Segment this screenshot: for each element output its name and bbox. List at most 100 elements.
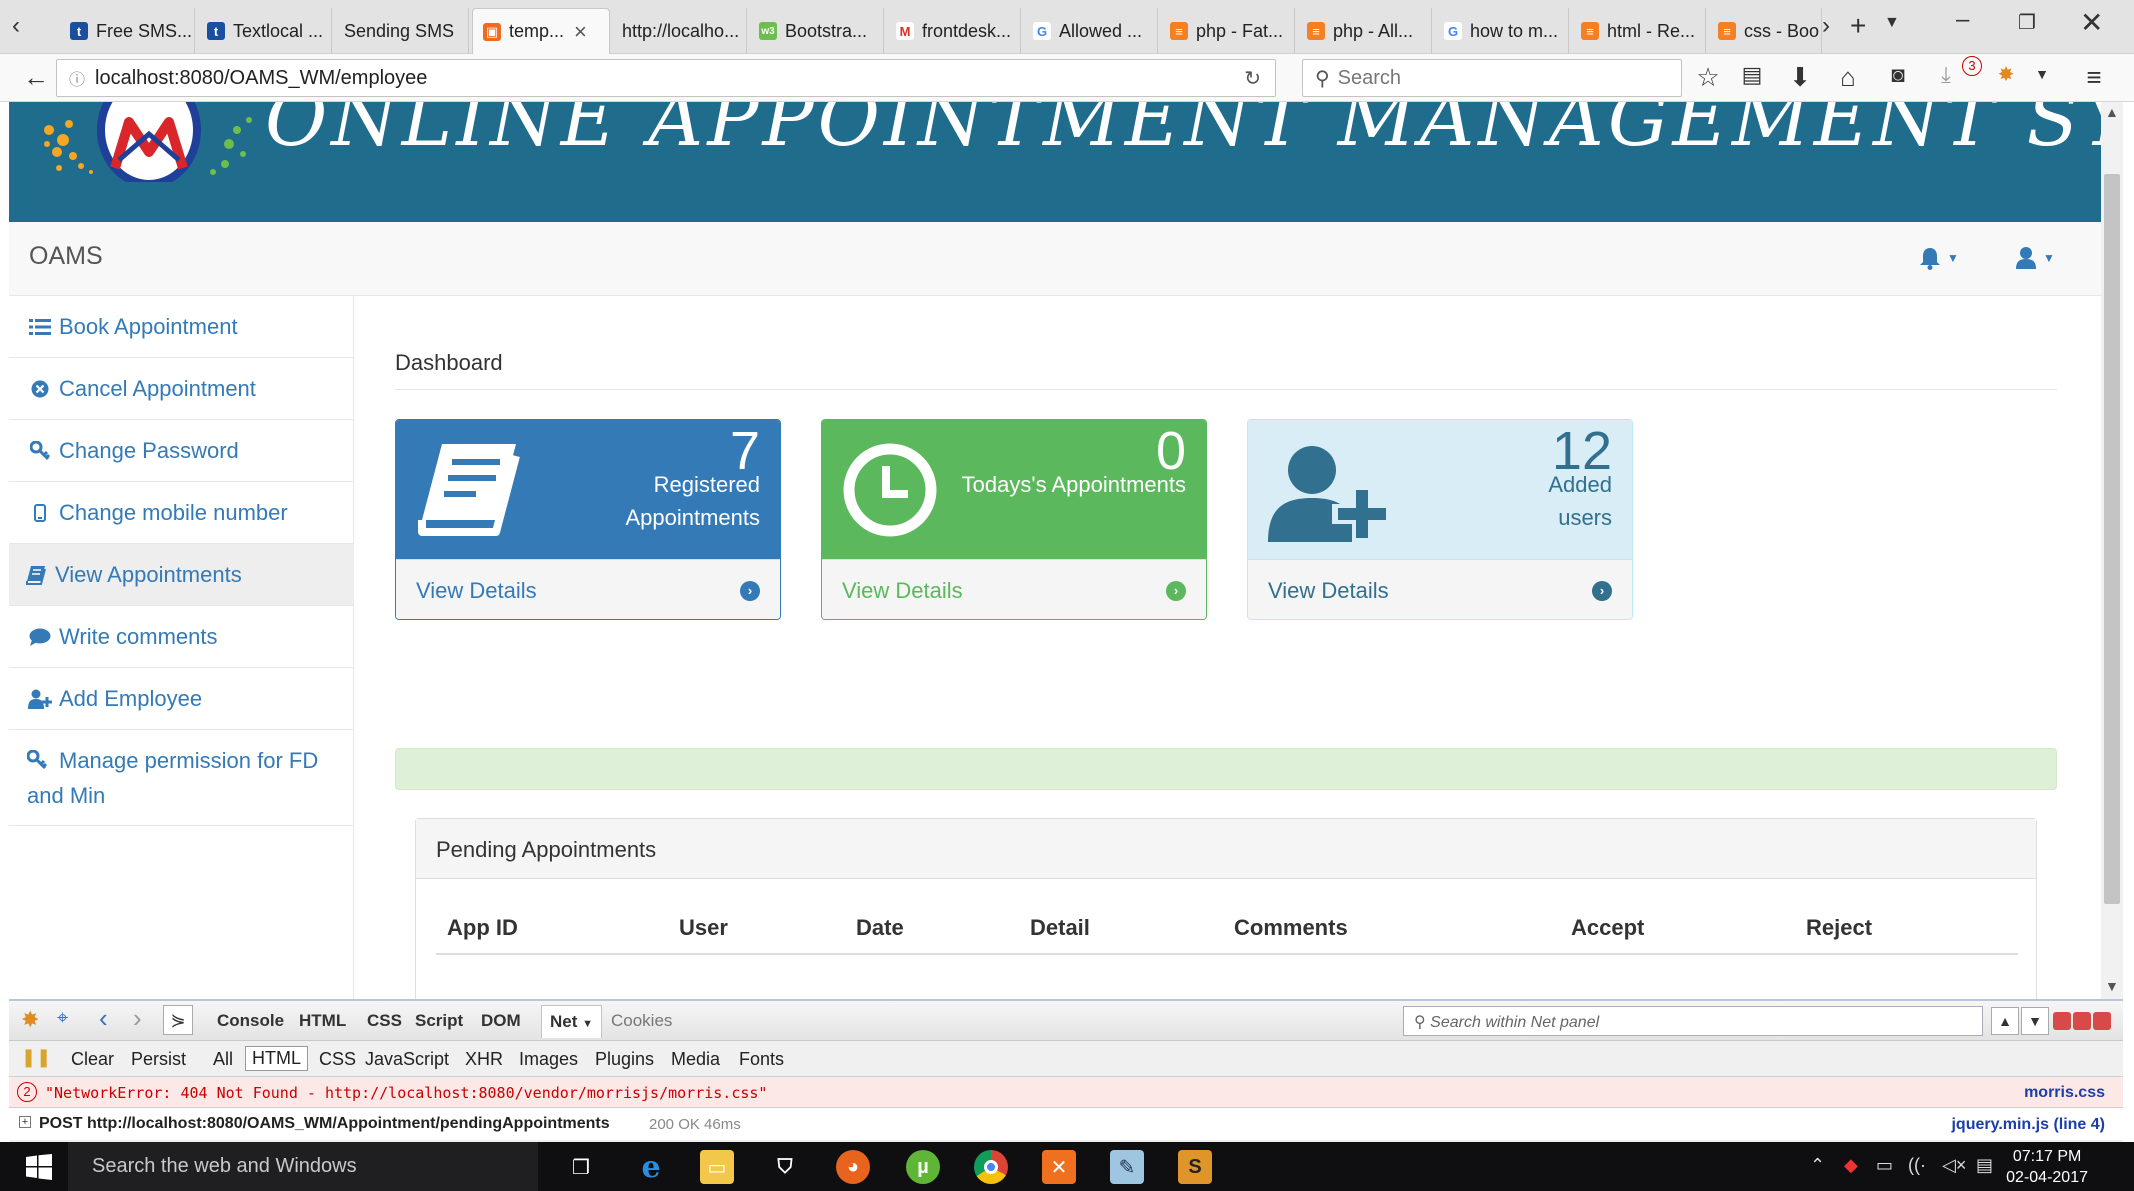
network-error-row[interactable]: 2 "NetworkError: 404 Not Found - http://… xyxy=(9,1078,2123,1108)
utorrent-icon[interactable]: µ xyxy=(906,1150,940,1184)
firebug-tab-cookies[interactable]: Cookies xyxy=(611,1011,672,1031)
firebug-search-input[interactable]: ⚲ Search within Net panel xyxy=(1403,1006,1983,1036)
filter-css[interactable]: CSS xyxy=(319,1049,356,1070)
firebug-tab-html[interactable]: HTML xyxy=(299,1011,346,1031)
filter-all[interactable]: All xyxy=(213,1049,233,1070)
back-arrow-icon[interactable]: ‹ xyxy=(99,1003,108,1034)
browser-tab[interactable]: t Textlocal ... xyxy=(197,8,332,54)
firebug-tab-script[interactable]: Script xyxy=(415,1011,463,1031)
search-next-chevron-icon[interactable]: ▼ xyxy=(2021,1007,2049,1035)
notepad-icon[interactable]: ✎ xyxy=(1110,1150,1144,1184)
restore-window-icon[interactable]: ❐ xyxy=(2018,10,2036,35)
volume-muted-icon[interactable]: ◁× xyxy=(1942,1155,1966,1176)
sidebar-item-change-password[interactable]: Change Password xyxy=(9,420,354,482)
action-center-icon[interactable]: ▤ xyxy=(1976,1155,1993,1176)
minimize-window-icon[interactable]: – xyxy=(1956,6,1969,34)
back-arrow-icon[interactable]: ← xyxy=(20,62,52,93)
persist-button[interactable]: Persist xyxy=(131,1049,186,1070)
browser-tab[interactable]: G how to m... xyxy=(1434,8,1569,54)
detach-panel-icon[interactable] xyxy=(2073,1012,2091,1030)
reload-icon[interactable]: ↻ xyxy=(1244,66,1261,91)
sidebar-item-view-appointments[interactable]: View Appointments xyxy=(9,544,354,606)
page-scrollbar[interactable]: ▲ ▼ xyxy=(2101,102,2123,999)
filter-html[interactable]: HTML xyxy=(245,1046,308,1071)
filter-fonts[interactable]: Fonts xyxy=(739,1049,784,1070)
close-panel-icon[interactable] xyxy=(2093,1012,2111,1030)
filter-images[interactable]: Images xyxy=(519,1049,578,1070)
downloads-icon[interactable]: ⤓ xyxy=(1930,62,1962,88)
tab-scroll-left-icon[interactable]: ‹ xyxy=(12,12,20,40)
firebug-menu-chevron-icon[interactable]: ▼ xyxy=(2026,66,2058,82)
bookmarks-list-icon[interactable]: ▤ xyxy=(1736,62,1768,88)
close-tab-icon[interactable]: × xyxy=(574,19,587,45)
browser-tab[interactable]: ≡ html - Re... xyxy=(1571,8,1706,54)
sidebar-item-book-appointment[interactable]: Book Appointment xyxy=(9,296,354,358)
browser-tab[interactable]: ≡ php - Fat... xyxy=(1160,8,1295,54)
browser-tab[interactable]: ≡ css - Boo xyxy=(1708,8,1822,54)
acrobat-tray-icon[interactable]: ◆ xyxy=(1844,1155,1858,1176)
home-icon[interactable]: ⌂ xyxy=(1832,62,1864,93)
view-details-link[interactable]: View Details › xyxy=(396,559,780,619)
notifications-dropdown[interactable]: ▼ xyxy=(1919,246,1959,270)
windows-search-box[interactable]: Search the web and Windows xyxy=(68,1142,538,1191)
browser-tab[interactable]: http://localho... xyxy=(612,8,747,54)
firebug-tab-net[interactable]: Net ▼ xyxy=(541,1005,603,1038)
search-prev-chevron-icon[interactable]: ▲ xyxy=(1991,1007,2019,1035)
browser-tab[interactable]: M frontdesk... xyxy=(886,8,1021,54)
filter-xhr[interactable]: XHR xyxy=(465,1049,503,1070)
battery-icon[interactable]: ▭ xyxy=(1876,1155,1893,1176)
firebug-tab-console[interactable]: Console xyxy=(217,1011,284,1031)
wifi-icon[interactable]: ((· xyxy=(1908,1155,1926,1176)
brand-link[interactable]: OAMS xyxy=(29,242,103,271)
filter-plugins[interactable]: Plugins xyxy=(595,1049,654,1070)
edge-browser-icon[interactable]: e xyxy=(634,1150,668,1185)
filter-media[interactable]: Media xyxy=(671,1049,720,1070)
request-source-link[interactable]: jquery.min.js (line 4) xyxy=(1951,1116,2105,1134)
tab-scroll-right-icon[interactable]: › xyxy=(1822,12,1830,40)
sidebar-item-write-comments[interactable]: Write comments xyxy=(9,606,354,668)
inspect-element-icon[interactable]: ⌖ xyxy=(57,1007,68,1030)
view-details-link[interactable]: View Details › xyxy=(822,559,1206,619)
browser-tab[interactable]: t Free SMS... xyxy=(60,8,195,54)
command-line-icon[interactable]: ⋟ xyxy=(163,1005,193,1035)
url-bar[interactable]: ⓘ localhost:8080/OAMS_WM/employee ↻ xyxy=(56,59,1276,97)
network-request-row[interactable]: + POST http://localhost:8080/OAMS_WM/App… xyxy=(9,1108,2123,1140)
view-details-link[interactable]: View Details › xyxy=(1248,559,1632,619)
scroll-down-icon[interactable]: ▼ xyxy=(2105,978,2119,994)
tray-chevron-up-icon[interactable]: ⌃ xyxy=(1810,1155,1825,1176)
pause-icon[interactable]: ❚❚ xyxy=(21,1047,51,1068)
close-window-icon[interactable]: ✕ xyxy=(2080,6,2103,39)
download-arrow-icon[interactable]: ⬇ xyxy=(1784,62,1816,93)
new-tab-icon[interactable]: + xyxy=(1850,10,1866,42)
firebug-icon[interactable]: ✸ xyxy=(1990,62,2022,87)
error-source-link[interactable]: morris.css xyxy=(2024,1084,2105,1102)
firefox-icon[interactable]: ◕ xyxy=(836,1150,870,1184)
user-dropdown[interactable]: ▼ xyxy=(2015,246,2055,270)
clear-button[interactable]: Clear xyxy=(71,1049,114,1070)
firebug-icon[interactable]: ✸ xyxy=(21,1007,39,1033)
browser-search-box[interactable]: ⚲ Search xyxy=(1302,59,1682,97)
taskbar-clock[interactable]: 07:17 PM 02-04-2017 xyxy=(2006,1146,2088,1188)
task-view-icon[interactable]: ❐ xyxy=(564,1150,598,1184)
chrome-icon[interactable] xyxy=(974,1150,1008,1184)
sidebar-item-add-employee[interactable]: Add Employee xyxy=(9,668,354,730)
windows-start-icon[interactable] xyxy=(26,1154,52,1180)
tab-list-chevron-icon[interactable]: ▼ xyxy=(1884,14,1900,32)
file-explorer-icon[interactable]: ▭ xyxy=(700,1150,734,1184)
firebug-tab-css[interactable]: CSS xyxy=(367,1011,402,1031)
forward-arrow-icon[interactable]: › xyxy=(133,1003,142,1034)
scroll-up-icon[interactable]: ▲ xyxy=(2105,104,2119,120)
bookmark-star-icon[interactable]: ☆ xyxy=(1692,62,1724,93)
pocket-icon[interactable]: ◙ xyxy=(1882,62,1914,88)
minimize-panel-icon[interactable] xyxy=(2053,1012,2071,1030)
browser-tab[interactable]: Sending SMS xyxy=(334,8,469,54)
browser-tab[interactable]: w3 Bootstra... xyxy=(749,8,884,54)
firebug-tab-dom[interactable]: DOM xyxy=(481,1011,521,1031)
site-info-icon[interactable]: ⓘ xyxy=(69,66,85,90)
sidebar-item-change-mobile[interactable]: Change mobile number xyxy=(9,482,354,544)
sublime-text-icon[interactable]: S xyxy=(1178,1150,1212,1184)
sidebar-item-cancel-appointment[interactable]: Cancel Appointment xyxy=(9,358,354,420)
hamburger-menu-icon[interactable]: ≡ xyxy=(2078,62,2110,93)
filter-javascript[interactable]: JavaScript xyxy=(365,1049,449,1070)
browser-tab[interactable]: ≡ php - All... xyxy=(1297,8,1432,54)
